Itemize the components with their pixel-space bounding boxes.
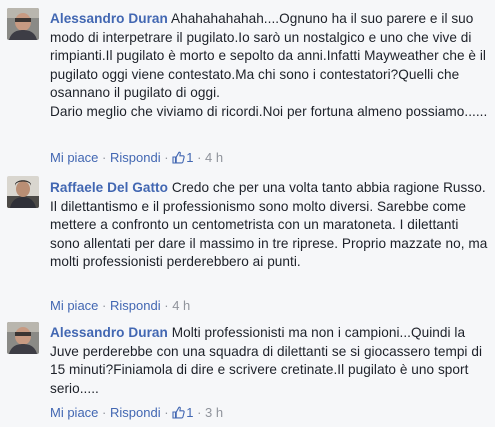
profile-photo-icon [7, 8, 39, 40]
reactions-number: 1 [186, 150, 194, 165]
reactions-number: 1 [186, 405, 194, 420]
reply-link[interactable]: Rispondi [110, 405, 161, 420]
comment-author[interactable]: Alessandro Duran [50, 325, 168, 340]
timestamp[interactable]: 3 h [205, 405, 223, 420]
separator-dot: · [102, 405, 107, 420]
comment-text: Ahahahahahah....Ognuno ha il suo parere … [50, 11, 488, 119]
avatar[interactable] [7, 176, 39, 208]
like-link[interactable]: Mi piace [50, 405, 98, 420]
reactions-count[interactable]: 1 [172, 150, 197, 165]
reactions-count[interactable]: 1 [172, 405, 197, 420]
profile-photo-icon [7, 322, 39, 354]
separator-dot: · [102, 150, 107, 165]
comment-actions: Mi piace · Rispondi · 4 h [50, 298, 190, 314]
separator-dot: · [197, 405, 202, 420]
comment-actions: Mi piace · Rispondi · 1 · 3 h [50, 405, 223, 421]
comment-author[interactable]: Alessandro Duran [50, 11, 168, 26]
separator-dot: · [164, 150, 169, 165]
separator-dot: · [102, 298, 107, 313]
comment-body: Alessandro Duran Ahahahahahah....Ognuno … [50, 10, 490, 121]
avatar[interactable] [7, 8, 39, 40]
timestamp[interactable]: 4 h [172, 298, 190, 313]
comment-body: Raffaele Del Gatto Credo che per una vol… [50, 179, 490, 272]
profile-photo-icon [7, 176, 39, 208]
separator-dot: · [164, 298, 169, 313]
like-link[interactable]: Mi piace [50, 150, 98, 165]
thumbs-up-icon [172, 151, 185, 164]
reply-link[interactable]: Rispondi [110, 298, 161, 313]
timestamp[interactable]: 4 h [205, 150, 223, 165]
thumbs-up-icon [172, 406, 185, 419]
comment-author[interactable]: Raffaele Del Gatto [50, 180, 168, 195]
reply-link[interactable]: Rispondi [110, 150, 161, 165]
comment-body: Alessandro Duran Molti professionisti ma… [50, 324, 490, 398]
like-link[interactable]: Mi piace [50, 298, 98, 313]
comment-actions: Mi piace · Rispondi · 1 · 4 h [50, 150, 223, 166]
avatar[interactable] [7, 322, 39, 354]
separator-dot: · [197, 150, 202, 165]
separator-dot: · [164, 405, 169, 420]
